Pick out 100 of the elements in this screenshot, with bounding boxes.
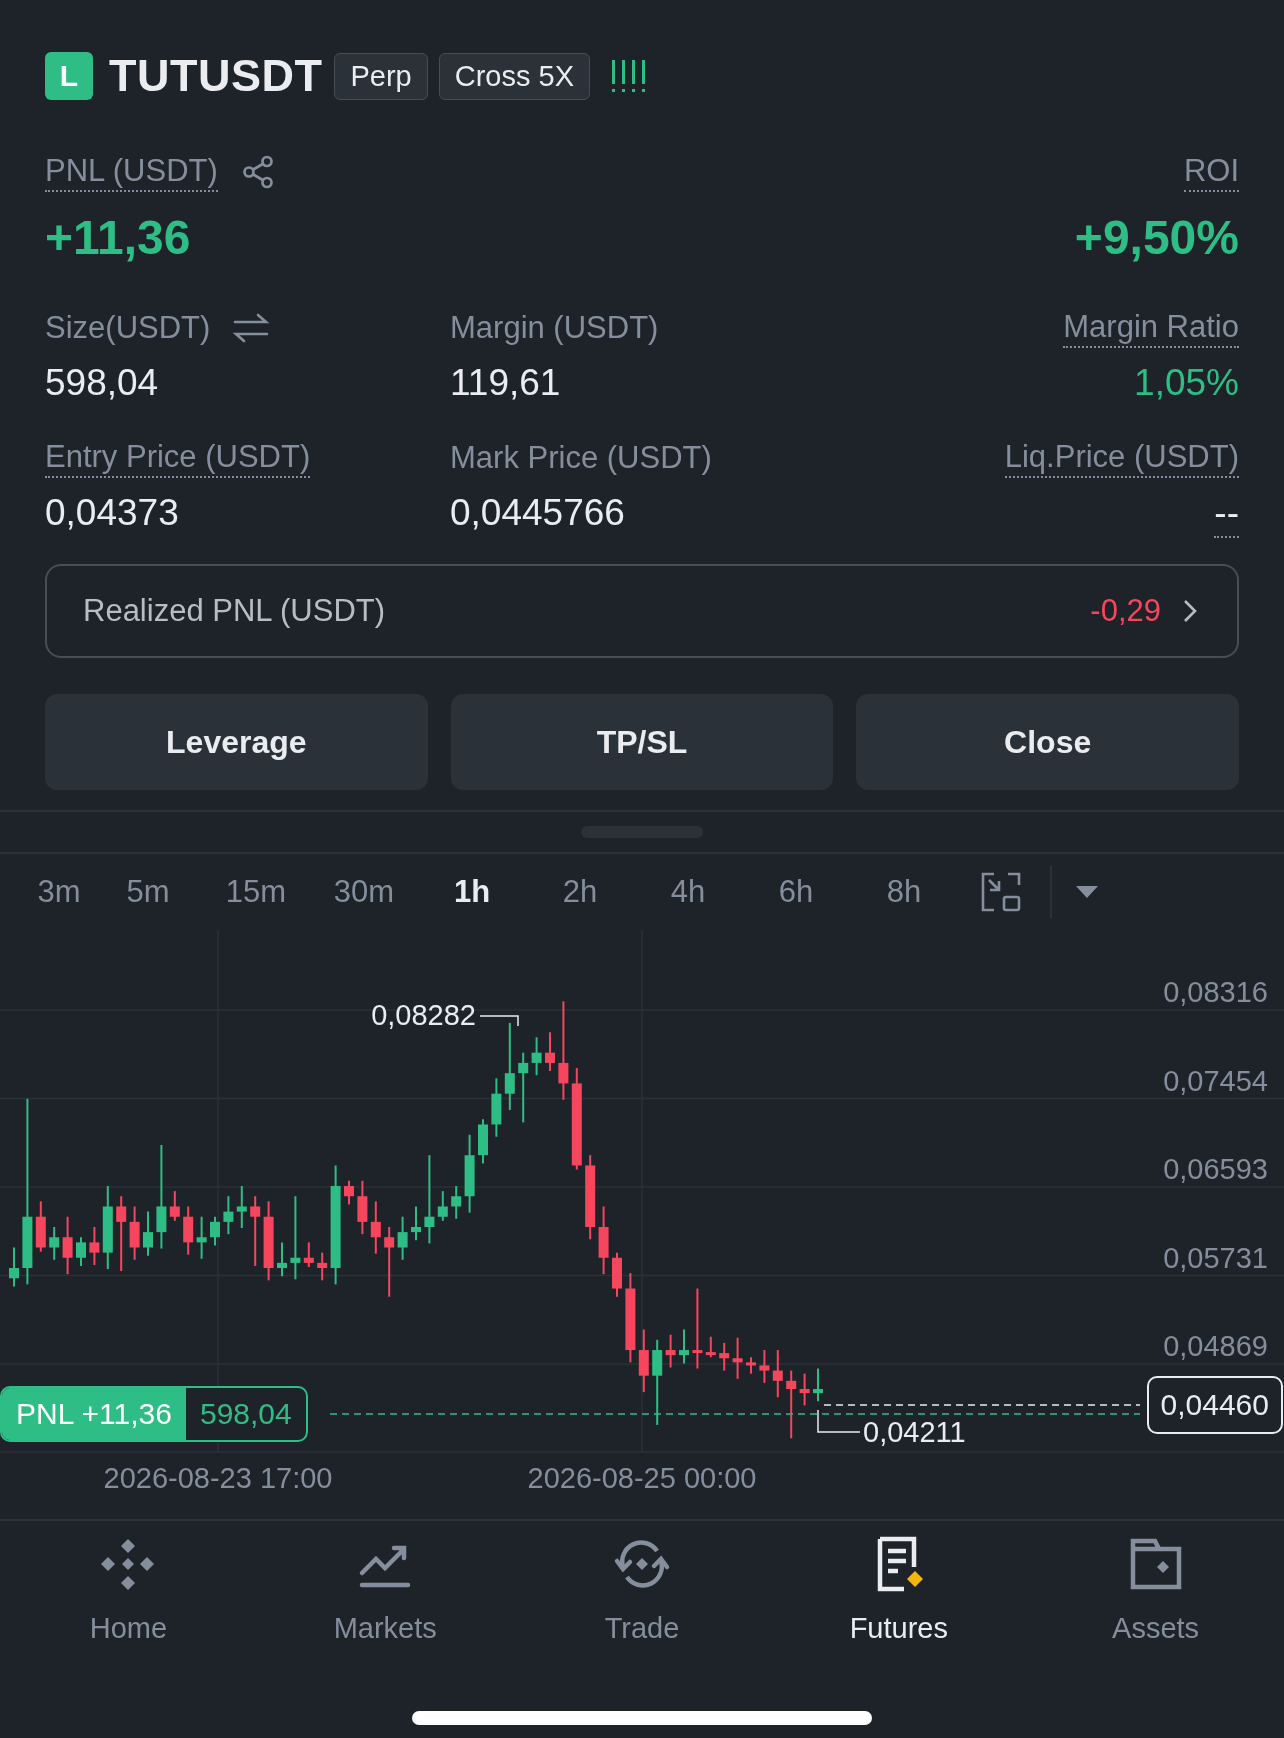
candle <box>612 1251 622 1298</box>
stat-value: 1,05% <box>1134 361 1239 405</box>
candle <box>491 1077 502 1138</box>
timeframe-tab[interactable]: 4h <box>634 874 742 910</box>
stat-label[interactable]: Liq.Price (USDT) <box>1004 438 1239 478</box>
timeframe-tab[interactable]: 2h <box>526 874 634 910</box>
candle <box>317 1251 328 1282</box>
expand-chart-icon[interactable] <box>980 871 1022 913</box>
candle <box>638 1328 649 1394</box>
candle <box>772 1349 783 1399</box>
candle <box>384 1226 395 1298</box>
candle <box>531 1036 542 1077</box>
date-axis-label: 2026-08-25 00:00 <box>527 1462 757 1494</box>
current-price-tag: 0,04460 <box>1146 1376 1283 1434</box>
candle <box>143 1210 153 1257</box>
nav-tab[interactable]: Home <box>0 1533 257 1686</box>
candle <box>665 1333 676 1369</box>
candle <box>759 1349 770 1384</box>
roi-label[interactable]: ROI <box>1183 152 1239 192</box>
candle <box>545 1031 555 1073</box>
candle <box>210 1215 220 1247</box>
price-axis-label: 0,08316 <box>1163 976 1268 1008</box>
timeframe-tab[interactable]: 1h <box>418 874 526 910</box>
stat-label: Size(USDT) <box>45 309 211 347</box>
tag: Perp <box>334 52 428 100</box>
candle <box>813 1367 823 1403</box>
candle <box>303 1241 314 1268</box>
candle <box>786 1369 797 1440</box>
date-axis-label: 2026-08-23 17:00 <box>103 1462 333 1494</box>
timeframe-tab[interactable]: 5m <box>94 874 202 910</box>
candle <box>357 1179 368 1236</box>
candle <box>478 1118 488 1165</box>
candle <box>437 1190 448 1222</box>
swap-icon[interactable] <box>232 311 271 345</box>
candle <box>89 1226 100 1266</box>
candle <box>76 1236 86 1267</box>
timeframe-tab[interactable]: 8h <box>850 874 958 910</box>
pnl-label[interactable]: PNL (USDT) <box>45 152 218 192</box>
nav-tab[interactable]: Markets <box>256 1533 514 1686</box>
position-tag[interactable]: PNL +11,36 598,04 <box>0 1386 308 1442</box>
leader-line <box>817 1409 861 1433</box>
high-price-label: 0,08282 <box>371 999 476 1031</box>
price-axis-label: 0,06593 <box>1163 1153 1268 1185</box>
candle <box>183 1205 194 1256</box>
timeframe-tab[interactable]: 30m <box>310 874 418 910</box>
candle <box>679 1328 689 1365</box>
candle <box>169 1190 180 1222</box>
timeframe-tab[interactable]: 6h <box>742 874 850 910</box>
candle <box>277 1241 287 1278</box>
stat-value: 0,04373 <box>45 491 179 535</box>
action-button[interactable]: Leverage <box>45 694 428 790</box>
candle <box>799 1372 810 1407</box>
stat-label[interactable]: Margin Ratio <box>1063 308 1239 348</box>
candle <box>746 1356 756 1375</box>
stat-value: -- <box>1214 490 1239 538</box>
action-button[interactable]: Close <box>856 694 1239 790</box>
candle <box>35 1200 46 1253</box>
action-button[interactable]: TP/SL <box>450 694 834 790</box>
pnl-value: +11,36 <box>45 210 191 266</box>
price-axis-label: 0,04869 <box>1163 1330 1268 1362</box>
stat-value: 598,04 <box>45 361 159 405</box>
candle <box>598 1205 609 1276</box>
candle <box>397 1215 408 1261</box>
candle <box>732 1336 743 1380</box>
leader-line <box>479 1015 519 1027</box>
stat-value: 0,0445766 <box>450 491 625 535</box>
low-price-label: 0,04211 <box>863 1416 966 1448</box>
symbol-title: TUTUSDT <box>109 50 323 102</box>
candle <box>49 1226 60 1261</box>
candle <box>250 1195 261 1267</box>
candle <box>223 1195 234 1236</box>
candle <box>236 1185 247 1229</box>
candle <box>62 1215 73 1276</box>
long-badge: L <box>45 52 93 100</box>
price-axis-label: 0,07454 <box>1163 1064 1268 1097</box>
candle <box>196 1215 207 1260</box>
realized-pnl-value: -0,29 <box>1090 593 1161 629</box>
timeframe-tab[interactable]: 3m <box>24 874 94 910</box>
price-axis-label: 0,05731 <box>1163 1241 1268 1274</box>
nav-tab[interactable]: Assets <box>1027 1533 1284 1686</box>
nav-tab[interactable]: Trade <box>513 1533 771 1686</box>
realized-pnl-label: Realized PNL (USDT) <box>83 593 387 629</box>
stat-value: 119,61 <box>450 361 561 405</box>
nav-tab[interactable]: Futures <box>770 1533 1028 1686</box>
roi-value: +9,50% <box>1074 210 1239 266</box>
candle <box>129 1205 140 1261</box>
stat-label: Margin (USDT) <box>450 309 659 347</box>
stat-label[interactable]: Entry Price (USDT) <box>45 438 311 478</box>
tag: Cross 5X <box>438 52 590 100</box>
timeframe-tab[interactable]: 15m <box>202 874 310 910</box>
position-size: 598,04 <box>198 1396 293 1432</box>
candle <box>411 1205 421 1242</box>
candle <box>370 1200 381 1255</box>
candle <box>9 1246 19 1288</box>
realized-pnl-row[interactable]: Realized PNL (USDT) -0,29 <box>45 564 1239 658</box>
candle <box>344 1179 354 1206</box>
dropdown-caret-icon[interactable] <box>1074 884 1100 900</box>
candle <box>451 1185 462 1220</box>
position-pnl: PNL +11,36 <box>2 1388 186 1440</box>
candle <box>719 1341 730 1372</box>
